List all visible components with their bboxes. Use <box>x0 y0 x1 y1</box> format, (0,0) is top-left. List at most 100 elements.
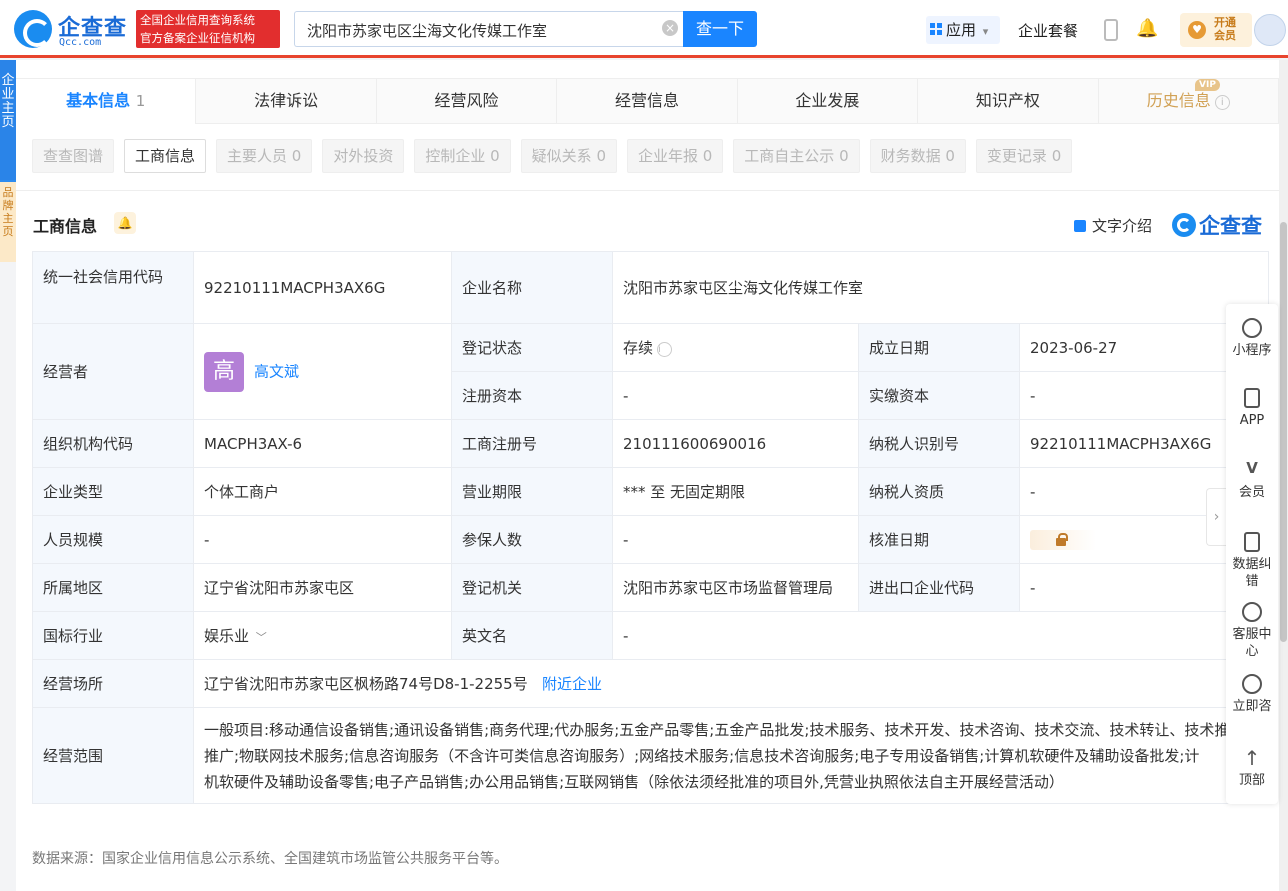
caret-down-icon: ▾ <box>982 25 989 38</box>
data-correction-button[interactable]: 数据纠错 <box>1226 532 1278 590</box>
tab-ip[interactable]: 知识产权 <box>918 79 1099 124</box>
tab-history[interactable]: VIP 历史信息 i <box>1099 79 1279 124</box>
table-row: 经营场所 辽宁省沈阳市苏家屯区枫杨路74号D8-1-2255号 附近企业 <box>32 659 1270 708</box>
cell-label: 经营范围 <box>32 707 194 804</box>
customer-service-button[interactable]: 客服中心 <box>1226 602 1278 660</box>
subtab-changes[interactable]: 变更记录 0 <box>975 139 1073 173</box>
qcc-logo[interactable]: 企查查 Qcc.com <box>14 10 132 50</box>
cell-label: 企业名称 <box>451 251 613 324</box>
mobile-icon <box>1244 388 1260 408</box>
logo-url: Qcc.com <box>59 37 102 48</box>
search-input[interactable]: 沈阳市苏家屯区尘海文化传媒工作室 <box>294 11 684 47</box>
cell-label: 实缴资本 <box>858 371 1020 420</box>
back-to-top-button[interactable]: ↑ 顶部 <box>1226 748 1278 789</box>
grid-icon <box>930 23 943 36</box>
cell-label: 统一社会信用代码 <box>32 251 194 324</box>
tab-legal[interactable]: 法律诉讼 <box>196 79 377 124</box>
data-source-note: 数据来源：国家企业信用信息公示系统、全国建筑市场监管公共服务平台等。 <box>32 851 508 867</box>
operator-name-link[interactable]: 高文斌 <box>254 362 299 380</box>
scope-value: 一般项目:移动通信设备销售;通讯设备销售;商务代理;代办服务;五金产品零售;五金… <box>192 707 1270 804</box>
text-intro-link[interactable]: 文字介绍 <box>1074 215 1152 236</box>
open-vip-button[interactable]: ♥ 开通 会员 <box>1180 13 1252 47</box>
brand-home-tab[interactable]: 品牌主页 <box>0 182 16 262</box>
phone-icon[interactable] <box>1104 19 1118 41</box>
tab-label: 历史信息 <box>1146 91 1211 110</box>
reg-capital-value: - <box>612 371 859 420</box>
table-row: 人员规模 - 参保人数 - 核准日期 <box>32 515 1270 564</box>
business-info-table: 统一社会信用代码 92210111MACPH3AX6G 企业名称 沈阳市苏家屯区… <box>32 251 1270 804</box>
credit-code-value[interactable]: 92210111MACPH3AX6G <box>193 251 452 324</box>
industry-value: 娱乐业 <box>204 627 250 645</box>
company-name-value[interactable]: 沈阳市苏家屯区尘海文化传媒工作室 <box>611 251 1270 324</box>
staff-value: - <box>193 515 452 564</box>
tab-label: 基本信息 <box>66 91 131 110</box>
scope-line: 推广;物联网技术服务;信息咨询服务（不含许可类信息咨询服务）;网络技术服务;信息… <box>204 746 1200 765</box>
reg-no-value: 210111600690016 <box>612 419 859 468</box>
sub-tabs: 查查图谱 工商信息 主要人员 0 对外投资 控制企业 0 疑似关系 0 企业年报… <box>32 139 1073 173</box>
notification-bell-icon[interactable]: 🔔 <box>1136 19 1158 39</box>
tab-operation[interactable]: 经营信息 <box>557 79 738 124</box>
tab-basic-info[interactable]: 基本信息 1 <box>16 79 197 124</box>
table-row: 经营范围 一般项目:移动通信设备销售;通讯设备销售;商务代理;代办服务;五金产品… <box>32 707 1270 804</box>
en-name-value: - <box>611 611 1270 660</box>
region-value: 辽宁省沈阳市苏家屯区 <box>193 563 452 612</box>
collapse-rightbar-button[interactable]: › <box>1206 488 1226 546</box>
cell-label: 经营场所 <box>32 659 194 708</box>
subtab-controlled[interactable]: 控制企业 0 <box>414 139 511 173</box>
table-row: 国标行业 娱乐业 ﹀ 英文名 - <box>32 611 1270 660</box>
main-tabs: 基本信息 1 法律诉讼 经营风险 经营信息 企业发展 知识产权 VIP 历史信息 i <box>16 78 1279 124</box>
authority-value: 沈阳市苏家屯区市场监督管理局 <box>612 563 859 612</box>
vip-icon: V <box>1246 459 1258 477</box>
divider <box>16 190 1279 191</box>
address-cell: 辽宁省沈阳市苏家屯区枫杨路74号D8-1-2255号 附近企业 <box>192 659 1270 708</box>
address-value: 辽宁省沈阳市苏家屯区枫杨路74号D8-1-2255号 <box>204 675 528 693</box>
nearby-companies-link[interactable]: 附近企业 <box>542 675 602 693</box>
tab-development[interactable]: 企业发展 <box>738 79 919 124</box>
table-row: 统一社会信用代码 92210111MACPH3AX6G 企业名称 沈阳市苏家屯区… <box>32 251 1270 324</box>
cell-label: 注册资本 <box>451 371 613 420</box>
operator-avatar[interactable]: 高 <box>204 351 244 392</box>
cell-label: 营业期限 <box>451 467 613 516</box>
cell-label: 进出口企业代码 <box>858 563 1020 612</box>
rb-label: APP <box>1239 413 1265 428</box>
rb-label: 顶部 <box>1238 773 1265 788</box>
member-button[interactable]: V 会员 <box>1226 460 1278 501</box>
cell-label: 纳税人识别号 <box>858 419 1020 468</box>
cell-label: 人员规模 <box>32 515 194 564</box>
cell-label: 登记状态 <box>451 323 613 372</box>
chevron-down-icon: ﹀ <box>255 631 267 644</box>
tab-risk[interactable]: 经营风险 <box>377 79 558 124</box>
lock-icon[interactable] <box>1030 529 1096 550</box>
cell-label: 登记机关 <box>451 563 613 612</box>
company-home-tab[interactable]: 企业主页 <box>0 60 16 180</box>
subtab-business-info[interactable]: 工商信息 <box>124 139 207 173</box>
type-value: 个体工商户 <box>193 467 452 516</box>
reg-status-value: 存续 <box>623 339 654 357</box>
cell-label: 所属地区 <box>32 563 194 612</box>
cell-label: 纳税人资质 <box>858 467 1020 516</box>
clear-icon[interactable]: × <box>662 20 678 36</box>
info-icon[interactable]: i <box>657 342 673 357</box>
industry-cell[interactable]: 娱乐业 ﹀ <box>193 611 452 660</box>
left-drawer[interactable]: 企业主页 品牌主页 <box>0 60 16 262</box>
subtab-relations[interactable]: 疑似关系 0 <box>520 139 617 173</box>
user-avatar[interactable] <box>1254 14 1286 46</box>
mini-program-button[interactable]: 小程序 <box>1226 318 1278 359</box>
headset-icon <box>1242 602 1262 622</box>
subtab-key-people[interactable]: 主要人员 0 <box>216 139 313 173</box>
consult-button[interactable]: 立即咨询 <box>1226 674 1278 715</box>
qcc-brand-mark: 企查查 <box>1172 210 1262 240</box>
subtab-financial[interactable]: 财务数据 0 <box>869 139 966 173</box>
enterprise-suite-link[interactable]: 企业套餐 <box>1018 20 1078 41</box>
subtab-investment[interactable]: 对外投资 <box>322 139 405 173</box>
badge-line2: 官方备案企业征信机构 <box>140 31 255 45</box>
apps-menu[interactable]: 应用 ▾ <box>926 16 1000 44</box>
subtab-self-disclosure[interactable]: 工商自主公示 0 <box>733 139 860 173</box>
subtab-annual-report[interactable]: 企业年报 0 <box>626 139 724 173</box>
app-button[interactable]: APP <box>1226 388 1278 429</box>
search-button[interactable]: 查一下 <box>683 11 757 47</box>
subtab-graph[interactable]: 查查图谱 <box>32 139 115 173</box>
scrollbar-thumb[interactable] <box>1280 222 1287 642</box>
subscribe-bell-icon[interactable]: 🔔 <box>114 212 136 234</box>
cell-label: 国标行业 <box>32 611 194 660</box>
